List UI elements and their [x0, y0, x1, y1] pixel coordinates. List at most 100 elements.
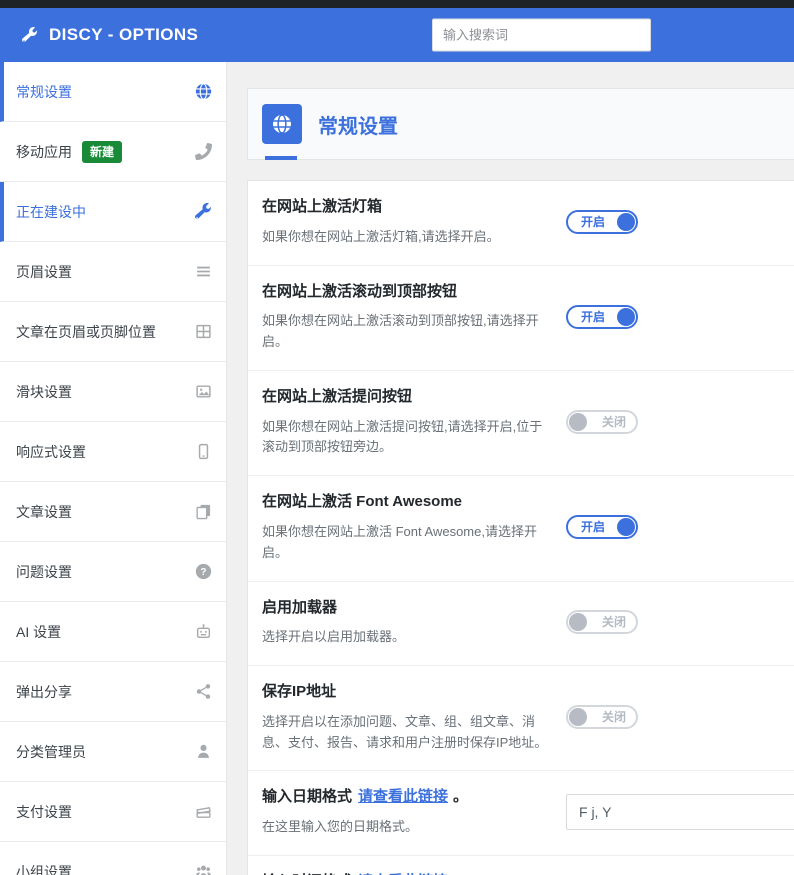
save-ip-toggle[interactable]: 关闭 — [566, 705, 638, 730]
page-title: 常规设置 — [318, 115, 398, 138]
sidebar-item-article-position[interactable]: 文章在页眉或页脚位置 — [0, 302, 226, 362]
wrench-icon — [22, 27, 38, 43]
table-icon — [195, 323, 212, 340]
sidebar-item-mobile-app[interactable]: 移动应用 新建 — [0, 122, 226, 182]
date-format-input[interactable] — [566, 794, 794, 831]
sidebar-item-label: 常规设置 — [16, 83, 72, 100]
sidebar-item-ai-settings[interactable]: AI 设置 — [0, 602, 226, 662]
money-icon — [195, 803, 212, 820]
sidebar-item-label: 问题设置 — [16, 563, 72, 580]
sidebar-item-group-settings[interactable]: 小组设置 — [0, 842, 226, 875]
globe-icon — [195, 83, 212, 100]
setting-title: 启用加载器 — [262, 598, 338, 616]
sidebar-item-under-construction[interactable]: 正在建设中 — [0, 182, 226, 242]
sidebar-item-label: 文章设置 — [16, 503, 72, 520]
setting-row-loader: 启用加载器 选择开启以启用加载器。 关闭 — [248, 582, 794, 667]
sidebar-item-general-settings[interactable]: 常规设置 — [0, 62, 226, 122]
setting-title: 在网站上激活 Font Awesome — [262, 493, 463, 511]
setting-title: 在网站上激活提问按钮 — [262, 387, 413, 405]
setting-title: 输入时间格式请查看此链接。 — [262, 871, 548, 875]
sidebar-item-label: 分类管理员 — [16, 743, 86, 760]
section-header: 常规设置 — [247, 88, 794, 160]
content-area: 常规设置 移动应用 新建 正在建设中 页眉设置 文章在页眉或页脚位置 滑块设置 … — [0, 62, 794, 875]
sidebar-item-label: 页眉设置 — [16, 263, 72, 280]
font-awesome-toggle[interactable]: 开启 — [566, 515, 638, 540]
lightbox-toggle[interactable]: 开启 — [566, 209, 638, 234]
setting-description: 如果你想在网站上激活提问按钮,请选择开启,位于滚动到顶部按钮旁边。 — [262, 418, 543, 455]
sidebar-item-header-settings[interactable]: 页眉设置 — [0, 242, 226, 302]
sidebar-item-article-settings[interactable]: 文章设置 — [0, 482, 226, 542]
setting-row-ask-button: 在网站上激活提问按钮 如果你想在网站上激活提问按钮,请选择开启,位于滚动到顶部按… — [248, 371, 794, 477]
users-icon — [195, 863, 212, 875]
bars-icon — [195, 263, 212, 280]
copy-icon — [195, 503, 212, 520]
sidebar-item-category-admin[interactable]: 分类管理员 — [0, 722, 226, 782]
ai-icon — [195, 623, 212, 640]
wrench-icon — [195, 203, 212, 220]
toggle-state-label: 开启 — [581, 309, 606, 324]
admin-top-strip — [0, 0, 794, 8]
images-icon — [195, 383, 212, 400]
loader-toggle[interactable]: 关闭 — [566, 610, 638, 635]
setting-row-save-ip: 保存IP地址 选择开启以在添加问题、文章、组、组文章、消息、支付、报告、请求和用… — [248, 666, 794, 772]
toggle-state-label: 关闭 — [602, 615, 627, 630]
question-icon: ? — [195, 563, 212, 580]
setting-description: 选择开启以启用加载器。 — [262, 629, 406, 645]
toggle-knob — [569, 413, 587, 432]
svg-text:?: ? — [200, 567, 206, 578]
setting-row-date-format: 输入日期格式 请查看此链接。 在这里输入您的日期格式。 — [248, 771, 794, 857]
toggle-state-label: 关闭 — [602, 415, 627, 430]
new-badge: 新建 — [82, 140, 123, 163]
sidebar-item-responsive-settings[interactable]: 响应式设置 — [0, 422, 226, 482]
active-tab-indicator — [265, 156, 297, 160]
sidebar-item-label: 小组设置 — [16, 863, 72, 875]
sidebar-item-label: 移动应用 — [16, 143, 72, 160]
toggle-knob — [569, 613, 587, 632]
setting-row-time-format: 输入时间格式请查看此链接。 在这里输入您的时间格式。 — [248, 856, 794, 875]
setting-description: 选择开启以在添加问题、文章、组、组文章、消息、支付、报告、请求和用户注册时保存I… — [262, 713, 548, 750]
sidebar-item-label: AI 设置 — [16, 623, 62, 640]
setting-description: 在这里输入您的日期格式。 — [262, 819, 419, 835]
share-icon — [195, 683, 212, 700]
setting-row-font-awesome: 在网站上激活 Font Awesome 如果你想在网站上激活 Font Awes… — [248, 476, 794, 582]
setting-description: 如果你想在网站上激活 Font Awesome,请选择开启。 — [262, 523, 537, 560]
date-format-help-link[interactable]: 请查看此链接 — [358, 788, 448, 805]
main-panel: 常规设置 在网站上激活灯箱 如果你想在网站上激活灯箱,请选择开启。 开启 在网站… — [227, 62, 794, 875]
settings-list: 在网站上激活灯箱 如果你想在网站上激活灯箱,请选择开启。 开启 在网站上激活滚动… — [247, 180, 794, 875]
ask-button-toggle[interactable]: 关闭 — [566, 410, 638, 435]
toggle-knob — [617, 212, 635, 231]
toggle-knob — [569, 708, 587, 727]
sidebar-item-popup-share[interactable]: 弹出分享 — [0, 662, 226, 722]
sidebar-item-label: 弹出分享 — [16, 683, 72, 700]
setting-title: 输入日期格式 请查看此链接。 — [262, 788, 469, 806]
sidebar-item-label: 滑块设置 — [16, 383, 72, 400]
setting-title: 在网站上激活灯箱 — [262, 198, 383, 215]
setting-description: 如果你想在网站上激活滚动到顶部按钮,请选择开启。 — [262, 313, 539, 350]
toggle-state-label: 开启 — [581, 520, 606, 535]
sidebar-item-label: 响应式设置 — [16, 443, 86, 460]
toggle-knob — [617, 307, 635, 326]
setting-row-scroll-top: 在网站上激活滚动到顶部按钮 如果你想在网站上激活滚动到顶部按钮,请选择开启。 开… — [248, 266, 794, 371]
phone-icon — [195, 143, 212, 160]
toggle-knob — [617, 518, 635, 537]
setting-description: 如果你想在网站上激活灯箱,请选择开启。 — [262, 228, 500, 244]
setting-title: 保存IP地址 — [262, 683, 337, 701]
sidebar-item-payment-settings[interactable]: 支付设置 — [0, 782, 226, 842]
sidebar-item-question-settings[interactable]: 问题设置 ? — [0, 542, 226, 602]
toggle-state-label: 开启 — [581, 214, 606, 229]
scroll-top-toggle[interactable]: 开启 — [566, 304, 638, 329]
search-input[interactable] — [432, 18, 651, 52]
toggle-state-label: 关闭 — [602, 710, 627, 725]
globe-icon — [262, 104, 302, 144]
sidebar-item-label: 正在建设中 — [16, 203, 86, 220]
setting-title: 在网站上激活滚动到顶部按钮 — [262, 282, 458, 300]
sidebar-item-label: 文章在页眉或页脚位置 — [16, 323, 156, 340]
user-icon — [195, 743, 212, 760]
mobile-icon — [195, 443, 212, 460]
sidebar: 常规设置 移动应用 新建 正在建设中 页眉设置 文章在页眉或页脚位置 滑块设置 … — [0, 62, 227, 875]
sidebar-item-label: 支付设置 — [16, 803, 72, 820]
app-title: DISCY - OPTIONS — [49, 25, 199, 44]
setting-row-lightbox: 在网站上激活灯箱 如果你想在网站上激活灯箱,请选择开启。 开启 — [248, 181, 794, 266]
app-header: DISCY - OPTIONS — [0, 8, 794, 62]
sidebar-item-slider-settings[interactable]: 滑块设置 — [0, 362, 226, 422]
